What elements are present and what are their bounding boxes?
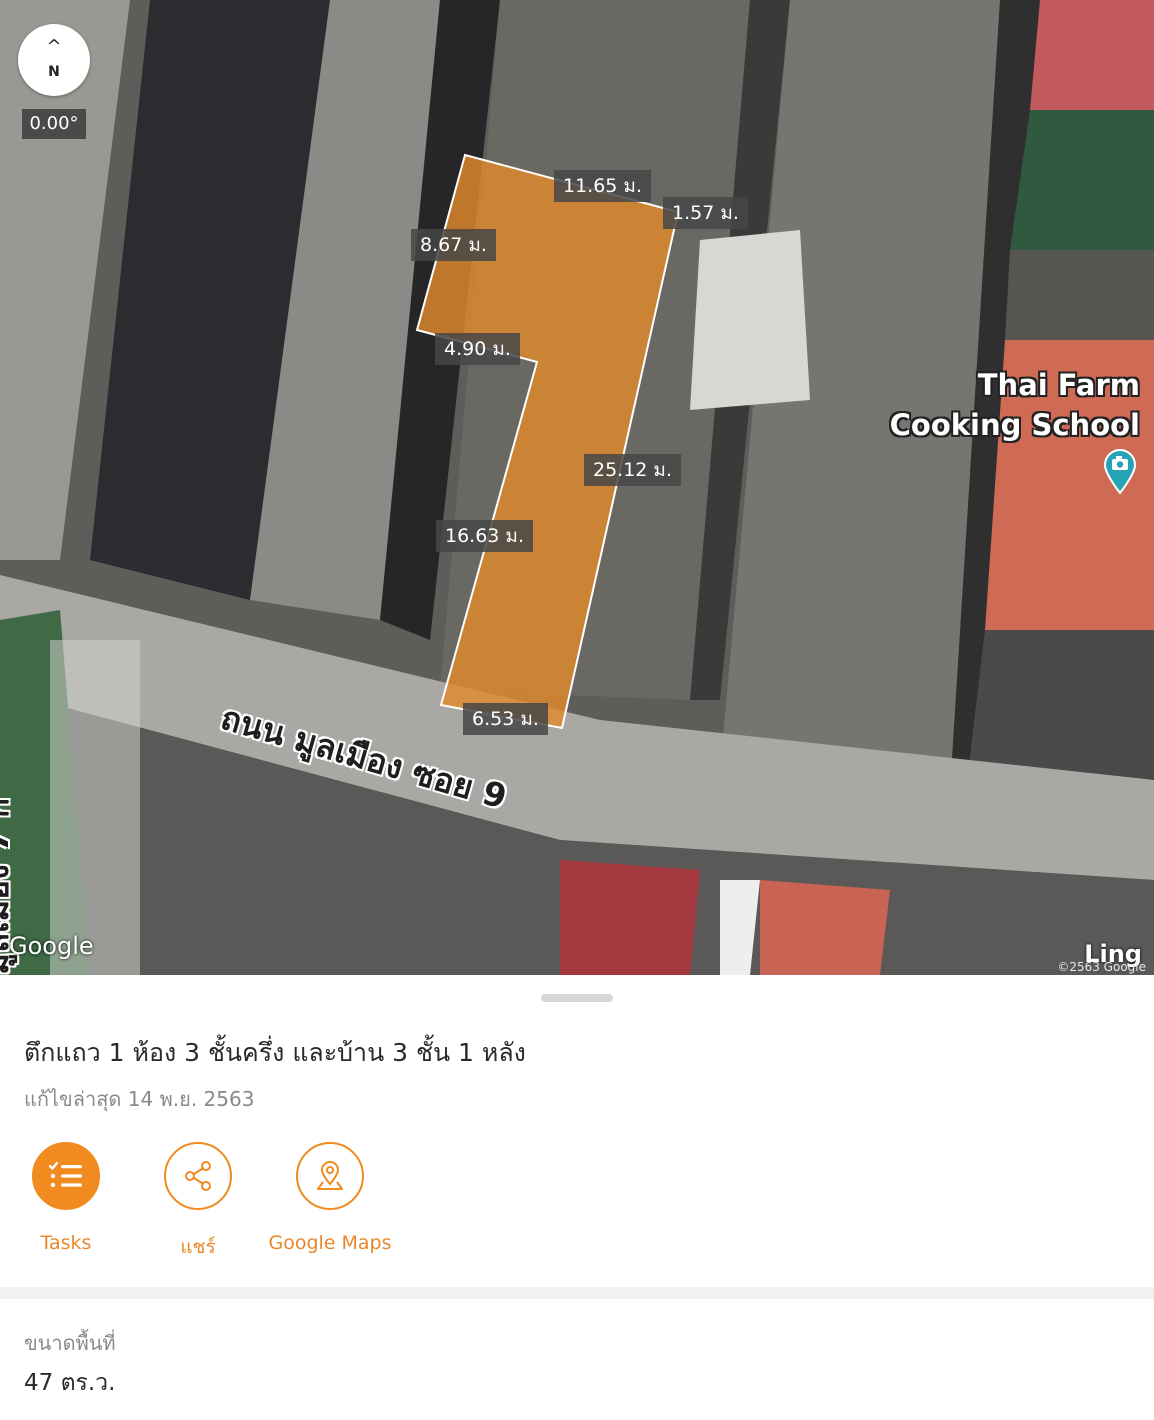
area-size-label: ขนาดพื้นที่ <box>24 1331 116 1355</box>
satellite-imagery <box>0 0 1154 975</box>
compass-button[interactable]: ^ N <box>18 24 90 96</box>
google-maps-label: Google Maps <box>268 1232 392 1254</box>
poi-name-line1: Thai Farm <box>977 368 1140 402</box>
google-maps-button-circle[interactable] <box>296 1142 364 1210</box>
tasks-button-circle[interactable] <box>32 1142 100 1210</box>
share-icon <box>185 1161 211 1191</box>
section-divider <box>0 1287 1154 1299</box>
north-arrow-icon: ^ <box>46 36 62 57</box>
property-detail-sheet: ตึกแถว 1 ห้อง 3 ชั้นครึ่ง และบ้าน 3 ชั้น… <box>0 975 1154 1420</box>
map-copyright: ©2563 Google <box>1057 960 1146 974</box>
area-size-value: 47 ตร.ว. <box>24 1370 116 1396</box>
share-button-circle[interactable] <box>164 1142 232 1210</box>
sheet-drag-handle[interactable] <box>541 994 613 1002</box>
measurement-label: 8.67 ม. <box>411 229 496 261</box>
camera-pin-icon[interactable] <box>1103 448 1137 494</box>
heading-readout: 0.00° <box>22 109 86 139</box>
map-pin-icon <box>317 1161 343 1190</box>
measurement-label: 1.57 ม. <box>663 197 748 229</box>
measurement-label: 16.63 ม. <box>436 520 533 552</box>
last-updated-text: แก้ไขล่าสุด 14 พ.ย. 2563 <box>24 1087 255 1111</box>
satellite-map[interactable]: ^ N 0.00° 11.65 ม. 1.57 ม. 8.67 ม. 4.90 … <box>0 0 1154 975</box>
property-title: ตึกแถว 1 ห้อง 3 ชั้นครึ่ง และบ้าน 3 ชั้น… <box>24 1038 526 1067</box>
task-list-icon <box>48 1161 82 1188</box>
measurement-label: 6.53 ม. <box>463 703 548 735</box>
measurement-label: 11.65 ม. <box>554 170 651 202</box>
compass-north-letter: N <box>48 64 60 80</box>
poi-name-line2: Cooking School <box>889 408 1140 442</box>
poi-label[interactable]: Thai Farm Cooking School <box>890 365 1140 445</box>
measurement-label: 4.90 ม. <box>435 333 520 365</box>
google-maps-button[interactable]: Google Maps <box>250 1142 410 1254</box>
google-attribution: Google <box>9 932 94 960</box>
measurement-label: 25.12 ม. <box>584 454 681 486</box>
